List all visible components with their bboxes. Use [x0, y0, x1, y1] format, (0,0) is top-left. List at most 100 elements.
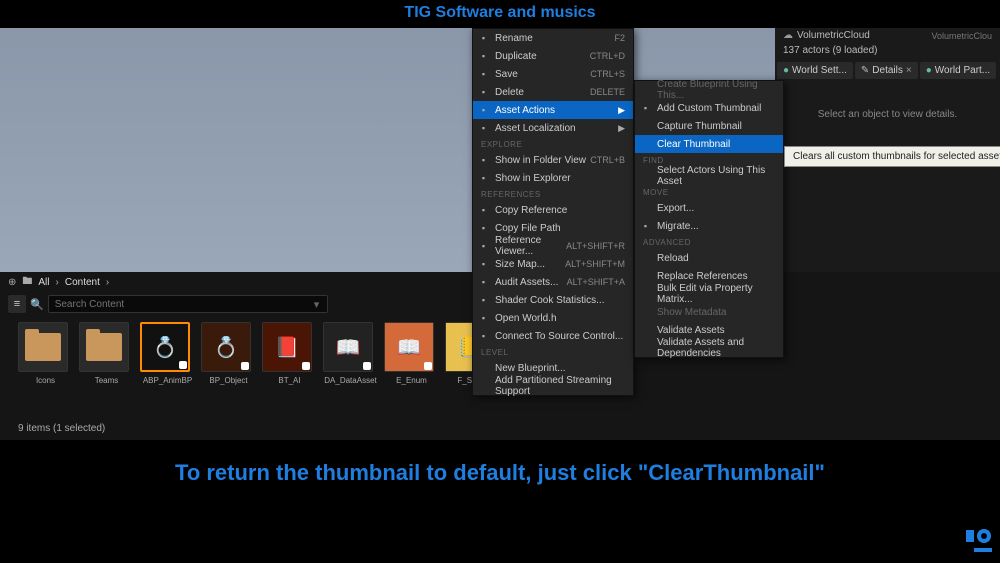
asset-item[interactable]: Teams — [79, 322, 134, 385]
menu-item[interactable]: ▪Show in Folder ViewCTRL+B — [473, 151, 633, 169]
menu-item[interactable]: ▪ Copy Reference — [473, 201, 633, 219]
menu-item: Create Blueprint Using This... — [635, 81, 783, 99]
menu-shortcut: CTRL+D — [590, 51, 625, 61]
menu-item[interactable]: Reload — [635, 249, 783, 267]
menu-item-label: Copy Reference — [495, 205, 567, 216]
menu-item[interactable]: Export... — [635, 199, 783, 217]
menu-item[interactable]: ▪Asset Actions▶ — [473, 101, 633, 119]
tab-world-partition[interactable]: ● World Part... — [920, 62, 996, 79]
status-bar: 9 items (1 selected) — [0, 420, 1000, 440]
close-icon[interactable]: × — [906, 65, 912, 76]
menu-shortcut: F2 — [614, 33, 625, 43]
pencil-icon: ✎ — [861, 65, 869, 76]
menu-item[interactable]: Bulk Edit via Property Matrix... — [635, 285, 783, 303]
map-icon: ▪ — [478, 259, 489, 270]
menu-item-label: Audit Assets... — [495, 277, 558, 288]
menu-item-label: Show in Folder View — [495, 155, 586, 166]
asset-thumbnail: 💍 — [140, 322, 190, 372]
globe-icon: ● — [783, 65, 789, 76]
menu-item-label: Open World.h — [495, 313, 557, 324]
asset-thumbnail: 📖 — [323, 322, 373, 372]
graph-icon: ▪ — [478, 241, 489, 252]
menu-shortcut: CTRL+B — [590, 155, 625, 165]
menu-item[interactable]: ▪Connect To Source Control... — [473, 327, 633, 345]
menu-item-label: Clear Thumbnail — [657, 139, 730, 150]
folder-icon[interactable]: 🖿 — [22, 274, 32, 291]
asset-marker — [241, 362, 249, 370]
menu-item[interactable]: ▪Open World.h — [473, 309, 633, 327]
rename-icon: ▪ — [478, 33, 489, 44]
menu-item[interactable]: Clear Thumbnail — [635, 135, 783, 153]
menu-item[interactable]: Validate Assets and Dependencies — [635, 339, 783, 357]
menu-item-label: Show Metadata — [657, 307, 727, 318]
asset-item[interactable]: 📖E_Enum — [384, 322, 439, 385]
tab-world-settings[interactable]: ● World Sett... — [777, 62, 853, 79]
outliner-item[interactable]: ☁ VolumetricCloud VolumetricClou — [775, 28, 1000, 43]
asset-item[interactable]: Icons — [18, 322, 73, 385]
save-icon: ▪ — [478, 69, 489, 80]
asset-thumbnail — [79, 322, 129, 372]
delete-icon: ▪ — [478, 87, 489, 98]
menu-item-label: Capture Thumbnail — [657, 121, 742, 132]
menu-item-label: Rename — [495, 33, 533, 44]
menu-item: Show Metadata — [635, 303, 783, 321]
asset-marker — [424, 362, 432, 370]
menu-item[interactable]: Add Partitioned Streaming Support — [473, 377, 633, 395]
asset-label: BT_AI — [262, 376, 317, 385]
context-menu-main: ▪ Rename F2 ▪ Duplicate CTRL+D ▪SaveCTRL+S▪Del… — [472, 28, 634, 396]
search-input[interactable] — [48, 295, 328, 313]
globe-icon: ● — [926, 65, 932, 76]
header-title: TIG Software and musics — [404, 4, 595, 21]
back-history-icon[interactable]: ⊕ — [8, 277, 16, 288]
menu-section-header: LEVEL — [473, 345, 633, 359]
breadcrumb-item[interactable]: Content — [65, 277, 100, 288]
filter-button[interactable]: ≡ — [8, 295, 26, 313]
folder-icon — [25, 333, 61, 361]
menu-item-label: Add Partitioned Streaming Support — [495, 375, 625, 397]
tooltip: Clears all custom thumbnails for selecte… — [784, 146, 1000, 167]
menu-item-label: Duplicate — [495, 51, 537, 62]
menu-item[interactable]: ▪SaveCTRL+S — [473, 65, 633, 83]
asset-item[interactable]: 📖 DA_DataAsset — [323, 322, 378, 385]
menu-item-label: Migrate... — [657, 221, 699, 232]
chevron-right-icon: ▶ — [618, 105, 625, 116]
menu-item[interactable]: Capture Thumbnail — [635, 117, 783, 135]
asset-item[interactable]: 💍BP_Object — [201, 322, 256, 385]
globe-icon: ▪ — [478, 123, 489, 134]
asset-label: DA_DataAsset — [323, 376, 378, 385]
menu-shortcut: ALT+SHIFT+A — [567, 277, 625, 287]
menu-item[interactable]: ▪ Duplicate CTRL+D — [473, 47, 633, 65]
menu-section-header: MOVE — [635, 185, 783, 199]
menu-item[interactable]: ▪Show in Explorer — [473, 169, 633, 187]
menu-item[interactable]: ▪Asset Localization▶ — [473, 119, 633, 137]
stats-icon: ▪ — [478, 295, 489, 306]
menu-item-label: Export... — [657, 203, 694, 214]
menu-item-label: Reload — [657, 253, 689, 264]
menu-item[interactable]: ▪DeleteDELETE — [473, 83, 633, 101]
menu-item[interactable]: ▪Audit Assets...ALT+SHIFT+A — [473, 273, 633, 291]
breadcrumb-item[interactable]: All — [38, 277, 49, 288]
tab-details[interactable]: ✎ Details × — [855, 62, 918, 79]
asset-marker — [363, 362, 371, 370]
menu-item[interactable]: ▪Shader Cook Statistics... — [473, 291, 633, 309]
details-tabs: ● World Sett... ✎ Details × ● World Part… — [775, 62, 1000, 79]
menu-item[interactable]: ▪Size Map...ALT+SHIFT+M — [473, 255, 633, 273]
chevron-down-icon[interactable]: ▾ — [314, 298, 320, 311]
asset-label: ABP_AnimBP — [140, 376, 195, 385]
menu-item[interactable]: ▪Reference Viewer...ALT+SHIFT+R — [473, 237, 633, 255]
menu-item-label: Validate Assets and Dependencies — [657, 337, 775, 359]
menu-item[interactable]: ▪Migrate... — [635, 217, 783, 235]
menu-item[interactable]: ▪Add Custom Thumbnail — [635, 99, 783, 117]
menu-item[interactable]: ▪ Rename F2 — [473, 29, 633, 47]
copy-icon: ▪ — [478, 205, 489, 216]
asset-label: BP_Object — [201, 376, 256, 385]
duplicate-icon: ▪ — [478, 51, 489, 62]
asset-item[interactable]: 📕BT_AI — [262, 322, 317, 385]
asset-item[interactable]: 💍 ABP_AnimBP — [140, 322, 195, 385]
outliner-item-type: VolumetricClou — [931, 31, 992, 41]
menu-item[interactable]: Select Actors Using This Asset — [635, 167, 783, 185]
menu-item-label: Copy File Path — [495, 223, 561, 234]
menu-shortcut: ALT+SHIFT+R — [566, 241, 625, 251]
context-menu-asset-actions: Create Blueprint Using This...▪Add Custo… — [634, 80, 784, 358]
menu-shortcut: CTRL+S — [590, 69, 625, 79]
